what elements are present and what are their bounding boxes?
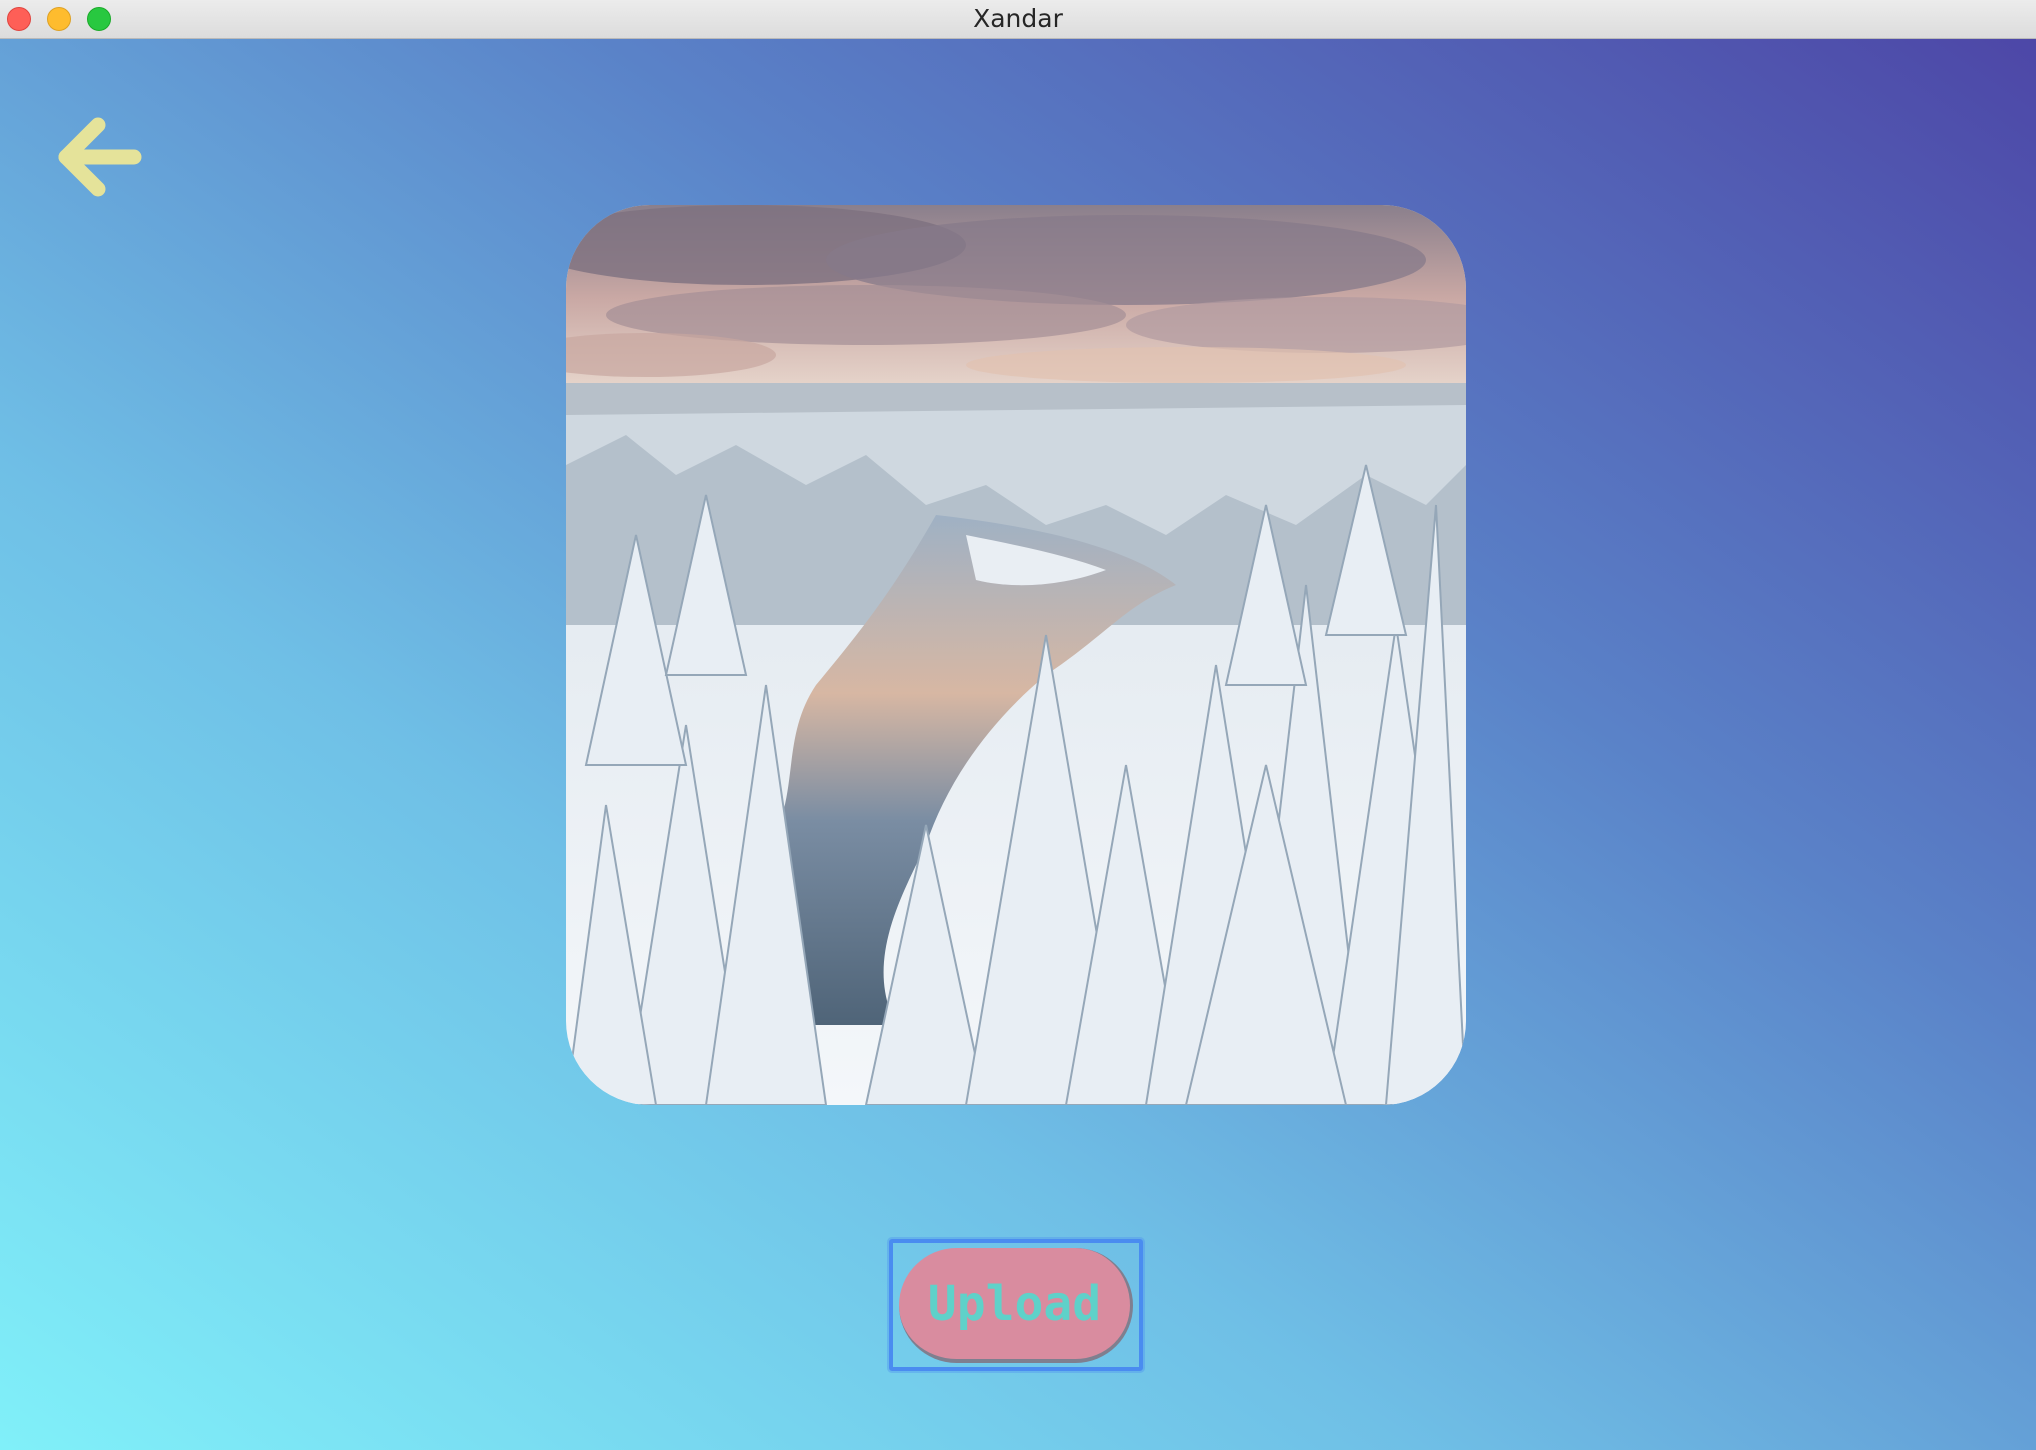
title-bar[interactable]: Xandar [0, 0, 2036, 39]
upload-button[interactable]: Upload [899, 1248, 1133, 1363]
back-button[interactable] [54, 111, 146, 203]
arrow-left-icon [58, 117, 142, 197]
window-title: Xandar [973, 4, 1063, 33]
app-window: Xandar Upload [0, 0, 2036, 1450]
snowy-forest-river-image [566, 205, 1466, 1105]
main-content: Upload [0, 39, 2036, 1450]
